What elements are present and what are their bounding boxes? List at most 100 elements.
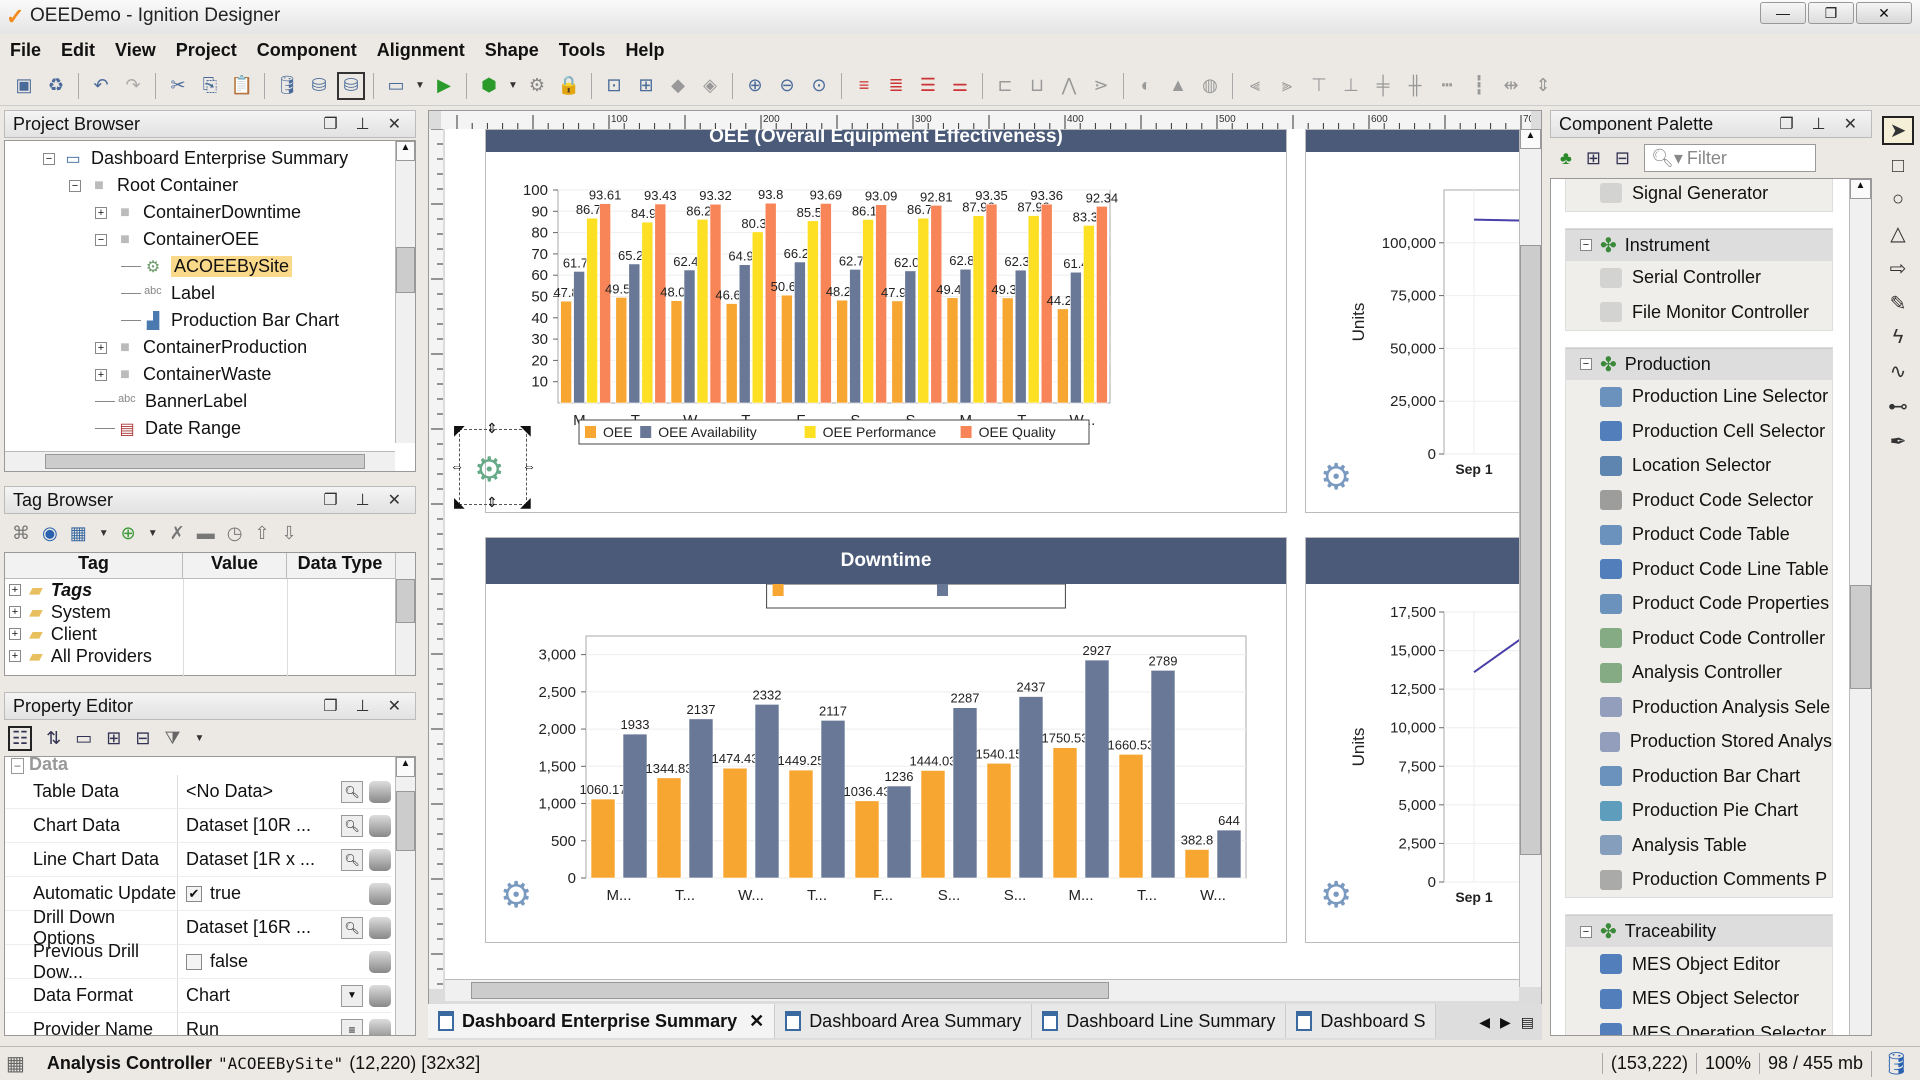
float-icon[interactable]: ❐ bbox=[323, 696, 337, 716]
project-tree-item[interactable]: ▤ Date Range bbox=[9, 415, 389, 442]
binding-icon[interactable] bbox=[369, 814, 391, 837]
bar-occurrences[interactable] bbox=[622, 733, 648, 879]
palette-item[interactable]: Serial Controller bbox=[1566, 261, 1832, 296]
scroll-tabs-left-icon[interactable]: ◀ bbox=[1479, 1014, 1490, 1031]
bar-downtime-minutes[interactable] bbox=[1052, 747, 1078, 879]
expand-all-icon[interactable]: ⊞ bbox=[106, 728, 121, 749]
production-chart-container[interactable]: 025,00050,00075,000100,000Sep 1SUnits ⚙ bbox=[1305, 129, 1535, 513]
collapse-icon[interactable]: − bbox=[43, 152, 55, 165]
menu-project[interactable]: Project bbox=[166, 36, 247, 66]
bar-downtime-minutes[interactable] bbox=[722, 767, 748, 879]
pin-icon[interactable]: ⊥ bbox=[356, 696, 370, 716]
menu-file[interactable]: File bbox=[0, 36, 51, 66]
collapse-icon[interactable]: − bbox=[1580, 239, 1592, 251]
binding-icon[interactable] bbox=[369, 916, 391, 939]
path-tool-icon[interactable]: ∿ bbox=[1890, 359, 1907, 384]
launch-icon[interactable]: ▶ bbox=[430, 72, 458, 100]
zoom-in-icon[interactable]: ⊕ bbox=[741, 72, 769, 100]
resize-handle-se[interactable]: ◢ bbox=[520, 494, 531, 511]
bar-oee-performance[interactable] bbox=[586, 217, 598, 404]
paste-icon[interactable]: 📋 bbox=[228, 72, 256, 100]
collapse-all-icon[interactable]: ⊟ bbox=[1615, 148, 1630, 169]
bar-oee[interactable] bbox=[1057, 308, 1069, 404]
palette-item[interactable]: Production Stored Analys bbox=[1566, 725, 1832, 760]
text-editor-icon[interactable]: ≡ bbox=[341, 1018, 363, 1035]
palette-item[interactable]: Production Analysis Sele bbox=[1566, 690, 1832, 725]
tag-tree-item[interactable]: + ▰ Client bbox=[9, 623, 415, 645]
align-bottom-edges-icon[interactable]: ⊥ bbox=[1337, 72, 1365, 100]
bar-downtime-minutes[interactable] bbox=[920, 770, 946, 879]
bar-oee[interactable] bbox=[836, 299, 848, 404]
bar-oee-performance[interactable] bbox=[862, 219, 874, 404]
save-icon[interactable]: ▣ bbox=[10, 72, 38, 100]
align-top-edges-icon[interactable]: ⊤ bbox=[1305, 72, 1333, 100]
binding-icon[interactable] bbox=[369, 882, 391, 905]
update-project-icon[interactable]: ♻ bbox=[42, 72, 70, 100]
bar-oee-performance[interactable] bbox=[917, 217, 930, 404]
align-right-edges-icon[interactable]: ⫸ bbox=[1273, 72, 1301, 100]
bar-occurrences[interactable] bbox=[1084, 659, 1110, 879]
palette-group-header[interactable]: − ✤ Instrument bbox=[1566, 228, 1832, 261]
bar-downtime-minutes[interactable] bbox=[1118, 754, 1144, 879]
menu-component[interactable]: Component bbox=[247, 36, 367, 66]
close-panel-icon[interactable]: ✕ bbox=[388, 114, 401, 134]
pin-icon[interactable]: ⊥ bbox=[356, 114, 370, 134]
distribute-h-icon[interactable]: ┅ bbox=[1433, 72, 1461, 100]
bar-oee-quality[interactable] bbox=[875, 204, 887, 404]
scroll-tabs-right-icon[interactable]: ▶ bbox=[1500, 1014, 1511, 1031]
close-tab-icon[interactable]: ✕ bbox=[749, 1011, 764, 1032]
bar-oee-availability[interactable] bbox=[1014, 269, 1027, 404]
bar-occurrences[interactable] bbox=[1018, 696, 1044, 879]
gateway-connection-icon[interactable]: 🛢 bbox=[1871, 1050, 1920, 1077]
collapse-icon[interactable]: − bbox=[69, 179, 81, 192]
database-icon[interactable]: 🛢 bbox=[273, 72, 301, 100]
bar-oee-quality[interactable] bbox=[654, 203, 667, 404]
grid-edit-icon[interactable]: ▦ bbox=[70, 523, 87, 544]
shape-icon[interactable]: ◍ bbox=[1196, 72, 1224, 100]
bar-oee-availability[interactable] bbox=[573, 271, 585, 404]
filter-icon[interactable]: ⧩ bbox=[164, 728, 180, 749]
import-icon[interactable]: ⇧ bbox=[254, 523, 269, 544]
shape-union-icon[interactable]: ◆ bbox=[664, 72, 692, 100]
sort-az-icon[interactable]: ⇅ bbox=[46, 728, 61, 749]
bar-oee-performance[interactable] bbox=[641, 221, 654, 404]
delete-tag-icon[interactable]: ✗ bbox=[170, 523, 185, 544]
bar-oee[interactable] bbox=[615, 297, 628, 404]
bar-downtime-minutes[interactable] bbox=[854, 800, 880, 879]
resize-handle-ne[interactable]: ◥ bbox=[520, 422, 531, 439]
tag-tree-item[interactable]: + ▰ Tags bbox=[9, 579, 415, 601]
collapse-icon[interactable]: − bbox=[1580, 925, 1592, 938]
bar-occurrences[interactable] bbox=[820, 720, 846, 879]
palette-group-header[interactable]: − ✤ Production bbox=[1566, 347, 1832, 380]
expand-icon[interactable]: + bbox=[9, 650, 21, 662]
flip-v-icon[interactable]: ⋗ bbox=[1087, 72, 1115, 100]
document-tab[interactable]: Dashboard S bbox=[1286, 1004, 1437, 1038]
align-center-h-icon[interactable]: ╪ bbox=[1369, 72, 1397, 100]
arrow-tool-icon[interactable]: ⇨ bbox=[1890, 256, 1907, 281]
bar-oee-performance[interactable] bbox=[1027, 215, 1040, 404]
project-tree-item[interactable]: ᵃᵇᶜ Label bbox=[9, 280, 389, 307]
oee-chart-container[interactable]: OEE (Overall Equipment Effectiveness) 10… bbox=[485, 129, 1287, 513]
palette-filter-input[interactable]: 🔍︎▾ Filter bbox=[1644, 144, 1816, 172]
property-value-cell[interactable]: Dataset [1R x ... 🔍︎ bbox=[177, 843, 391, 876]
document-tab[interactable]: Dashboard Area Summary bbox=[775, 1004, 1033, 1038]
copy-icon[interactable]: ⎘ bbox=[196, 72, 224, 100]
bar-occurrences[interactable] bbox=[1150, 670, 1176, 879]
align-left-icon[interactable]: ⊏ bbox=[991, 72, 1019, 100]
menu-help[interactable]: Help bbox=[615, 36, 674, 66]
property-value-cell[interactable]: false bbox=[177, 945, 391, 978]
minimize-button[interactable]: — bbox=[1760, 2, 1806, 24]
collapse-icon[interactable]: − bbox=[95, 233, 107, 246]
close-panel-icon[interactable]: ✕ bbox=[1844, 114, 1857, 134]
bar-oee[interactable] bbox=[891, 300, 904, 404]
tab-list-icon[interactable]: ▤ bbox=[1521, 1014, 1534, 1031]
bar-oee-quality[interactable] bbox=[764, 202, 777, 404]
bar-oee-availability[interactable] bbox=[794, 261, 806, 404]
scroll-thumb[interactable] bbox=[396, 247, 415, 293]
project-tree-item[interactable]: − ■ ContainerOEE bbox=[9, 226, 389, 253]
menu-alignment[interactable]: Alignment bbox=[367, 36, 475, 66]
dataset-viewer-icon[interactable]: 🔍︎ bbox=[341, 814, 363, 837]
palette-item[interactable]: Product Code Properties bbox=[1566, 587, 1832, 622]
preview-mode-icon[interactable]: ⛁ bbox=[337, 71, 365, 100]
timer-icon[interactable]: ◷ bbox=[227, 523, 243, 544]
